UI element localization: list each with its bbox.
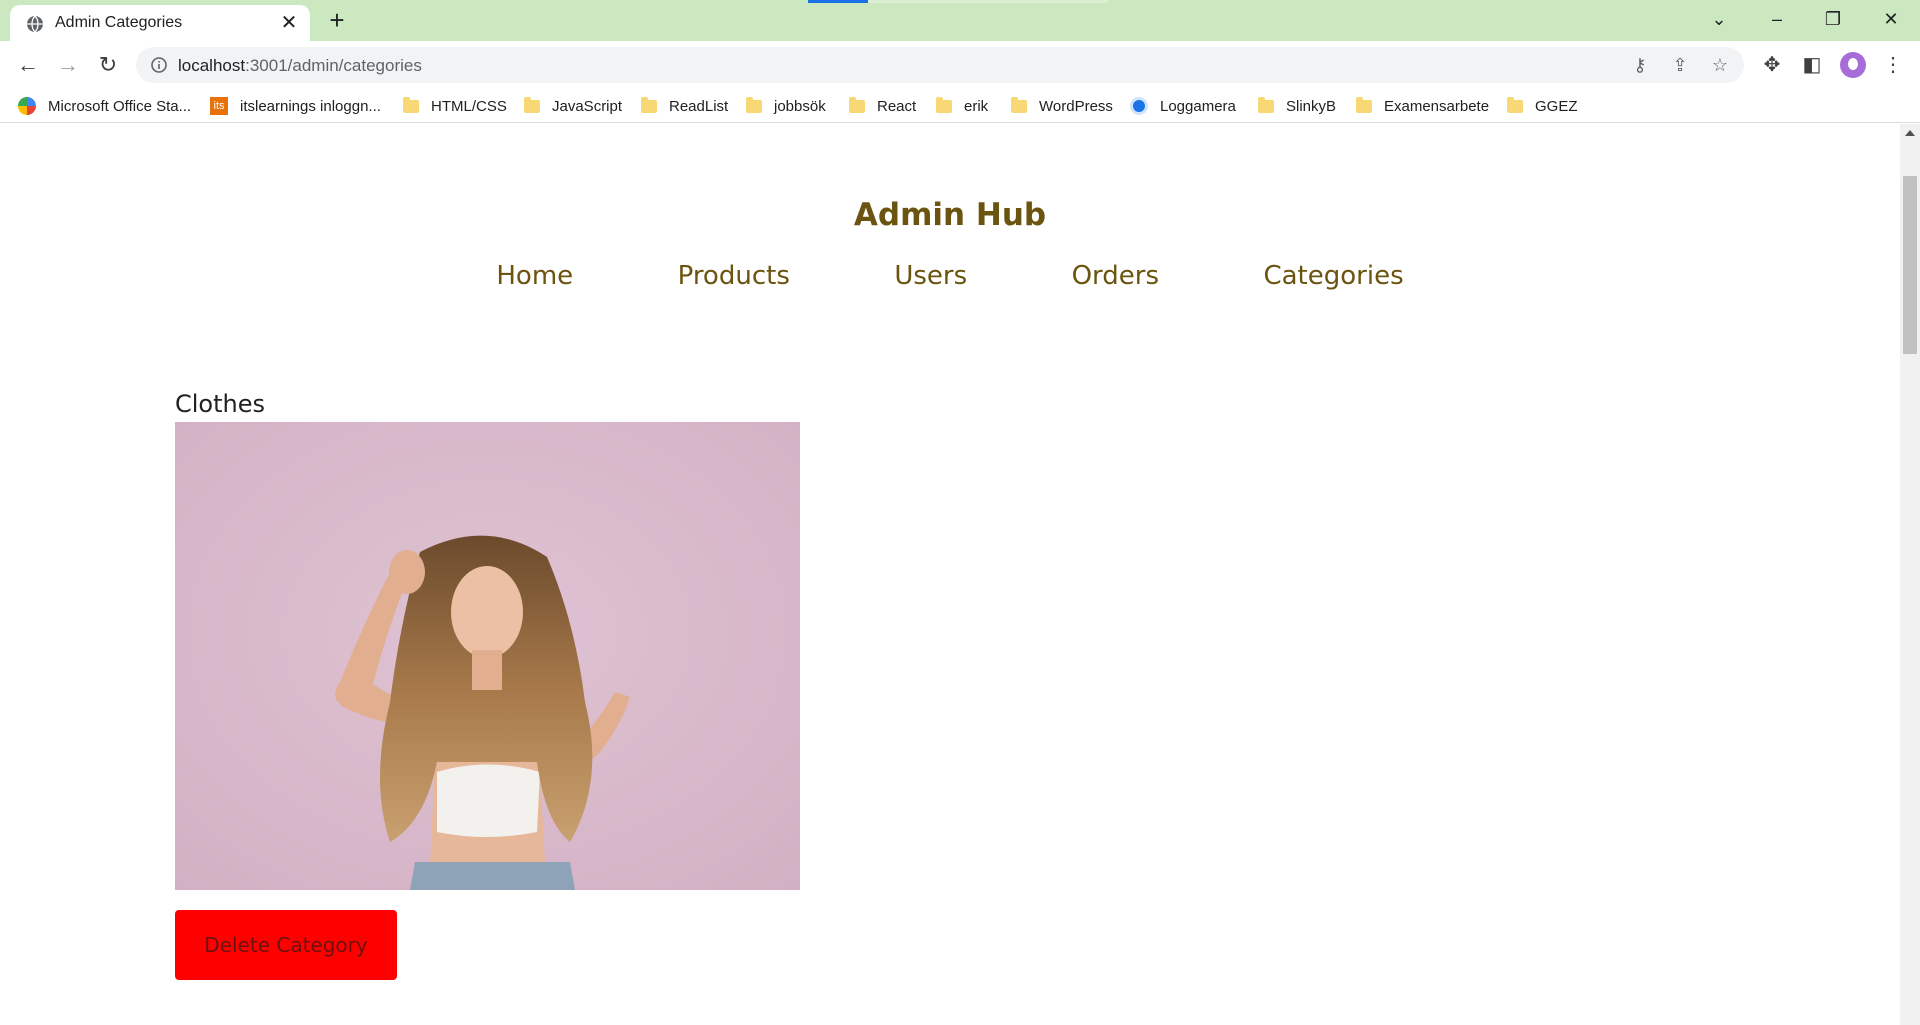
bookmark-label: Microsoft Office Sta... [48,97,192,115]
restore-icon[interactable]: ❐ [1818,6,1848,32]
minimize-icon[interactable]: – [1762,6,1792,32]
bookmark-jobbsok[interactable]: jobbsök [746,95,826,117]
back-arrow-icon[interactable]: ← [14,51,42,79]
bookmark-label: SlinkyB [1286,97,1337,115]
tab-strip-indicator [808,0,868,3]
site-info-icon[interactable] [150,56,168,74]
bookmark-label: itslearnings inloggn... [240,97,381,115]
folder-icon [1507,96,1523,113]
bookmark-label: erik [964,97,989,115]
folder-icon [936,96,952,113]
bookmark-microsoft-office[interactable]: Microsoft Office Sta... [18,95,191,117]
folder-icon [849,96,865,113]
tab-strip-indicator-secondary [868,0,1108,3]
close-tab-icon[interactable]: ✕ [280,13,298,33]
bookmarks-bar: Microsoft Office Sta... its itslearnings … [0,89,1920,123]
browser-titlebar: Admin Categories ✕ + ⌄ – ❐ ✕ [0,0,1920,41]
url-host: localhost [178,56,246,75]
tab-search-chevron-icon[interactable]: ⌄ [1704,6,1734,32]
bookmark-readlist[interactable]: ReadList [641,95,728,117]
bookmark-erik[interactable]: erik [936,95,988,117]
nav-link-orders[interactable]: Orders [1072,261,1159,291]
folder-icon [1258,96,1274,113]
bookmark-javascript[interactable]: JavaScript [524,95,622,117]
bookmark-label: GGEZ [1535,97,1578,115]
nav-link-products[interactable]: Products [678,261,790,291]
bookmark-wordpress[interactable]: WordPress [1011,95,1113,117]
scroll-thumb[interactable] [1903,176,1917,354]
bookmark-label: jobbsök [774,97,826,115]
new-tab-icon[interactable]: + [325,7,349,33]
nav-link-home[interactable]: Home [496,261,573,291]
globe-icon [27,15,43,33]
bookmark-slinkyb[interactable]: SlinkyB [1258,95,1336,117]
bookmark-label: React [877,97,917,115]
address-bar[interactable]: localhost:3001/admin/categories ⚷ ⇪ ☆ [136,47,1744,83]
bookmark-react[interactable]: React [849,95,916,117]
bookmark-html-css[interactable]: HTML/CSS [403,95,507,117]
folder-icon [403,96,419,113]
browser-toolbar: ← → ↻ localhost:3001/admin/categories ⚷ … [0,41,1920,89]
menu-kebab-icon[interactable]: ⋮ [1880,52,1906,78]
microsoft-icon [18,97,36,115]
key-icon[interactable]: ⚷ [1630,55,1650,75]
bookmark-label: WordPress [1039,97,1113,115]
url-path: :3001/admin/categories [245,56,422,75]
bookmark-itslearning[interactable]: its itslearnings inloggn... [210,95,381,117]
bookmark-star-icon[interactable]: ☆ [1710,55,1730,75]
tab-title: Admin Categories [55,14,183,31]
page-viewport: Admin Hub Home Products Users Orders Cat… [0,124,1900,1025]
nav-link-users[interactable]: Users [894,261,967,291]
scroll-up-arrow-icon[interactable] [1905,130,1915,136]
delete-category-button[interactable]: Delete Category [175,910,397,980]
nav-link-categories[interactable]: Categories [1263,261,1403,291]
tab-admin-categories[interactable]: Admin Categories ✕ [10,5,310,41]
side-panel-icon[interactable]: ◧ [1799,52,1825,78]
folder-icon [746,96,762,113]
main-nav: Home Products Users Orders Categories [0,261,1900,291]
profile-avatar[interactable] [1840,52,1866,78]
category-image [175,422,800,890]
bookmark-label: HTML/CSS [431,97,507,115]
folder-icon [524,96,540,113]
category-name: Clothes [175,390,265,418]
forward-arrow-icon[interactable]: → [54,51,82,79]
bookmark-label: Loggamera [1160,97,1236,115]
category-photo-illustration [175,422,800,890]
bookmark-examensarbete[interactable]: Examensarbete [1356,95,1489,117]
bookmark-label: ReadList [669,97,729,115]
bookmark-loggamera[interactable]: Loggamera [1130,95,1236,117]
folder-icon [641,96,657,113]
extensions-puzzle-icon[interactable]: ✥ [1759,52,1785,78]
folder-icon [1011,96,1027,113]
page-scrollbar[interactable] [1900,124,1920,1025]
bookmark-label: Examensarbete [1384,97,1490,115]
bookmark-label: JavaScript [552,97,623,115]
loggamera-icon [1130,97,1148,115]
window-close-icon[interactable]: ✕ [1876,6,1906,32]
url-text: localhost:3001/admin/categories [178,56,422,76]
share-icon[interactable]: ⇪ [1670,55,1690,75]
reload-icon[interactable]: ↻ [94,51,122,79]
its-icon: its [210,97,228,115]
bookmark-ggez[interactable]: GGEZ [1507,95,1578,117]
page-title: Admin Hub [853,197,1047,233]
folder-icon [1356,96,1372,113]
